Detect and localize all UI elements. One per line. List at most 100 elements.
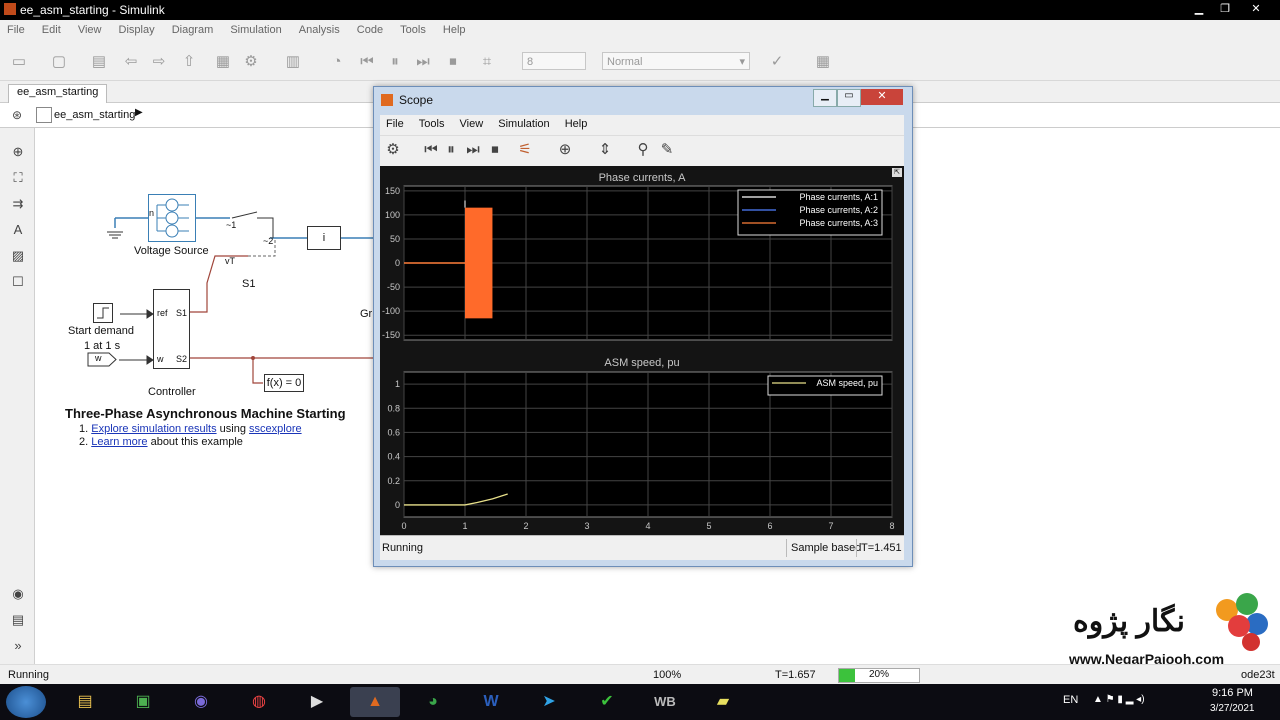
scope-menu-tools[interactable]: Tools xyxy=(413,115,451,133)
scope-menu-file[interactable]: File xyxy=(380,115,410,133)
menu-diagram[interactable]: Diagram xyxy=(165,22,221,38)
scope-scale-icon[interactable]: ⇕ xyxy=(596,141,614,159)
taskbar-browser-icon[interactable]: ◕ xyxy=(408,687,458,717)
save-icon[interactable]: ▤ xyxy=(90,53,108,71)
menu-tools[interactable]: Tools xyxy=(393,22,433,38)
scope-close-button[interactable]: ✕ xyxy=(861,89,903,105)
scope-settings-icon[interactable]: ⚙ xyxy=(384,141,402,159)
matlab-icon[interactable]: ▲ xyxy=(350,687,400,717)
windows-start-icon[interactable] xyxy=(6,686,46,718)
menu-display[interactable]: Display xyxy=(112,22,162,38)
scope-plot-area[interactable]: Phase currents, A ASM speed, pu -150 -100… xyxy=(380,166,904,535)
taskbar-explorer-icon[interactable]: ▤ xyxy=(60,687,110,717)
scope-menu-view[interactable]: View xyxy=(454,115,490,133)
scope-maximize-button[interactable]: ▭ xyxy=(837,89,861,107)
breadcrumb[interactable]: ee_asm_starting xyxy=(54,109,135,121)
zoom-icon[interactable]: ⊕ xyxy=(10,144,26,160)
sscexplore-link[interactable]: sscexplore xyxy=(249,423,302,435)
explore-results-link[interactable]: Explore simulation results xyxy=(91,423,216,435)
open-icon[interactable]: ▢ xyxy=(50,53,68,71)
x-tick-label: 3 xyxy=(584,521,589,531)
breadcrumb-arrow-icon[interactable]: ▶ xyxy=(135,107,143,118)
minimize-button[interactable]: ▁ xyxy=(1186,0,1212,18)
tab-model[interactable]: ee_asm_starting xyxy=(8,84,108,104)
new-model-icon[interactable]: ▭ xyxy=(10,53,28,71)
scope-menu-help[interactable]: Help xyxy=(559,115,594,133)
y-tick-label: 1 xyxy=(395,379,400,389)
check-icon[interactable]: ✓ xyxy=(768,53,786,71)
scope-edit-icon[interactable]: ✎ xyxy=(658,141,676,159)
telegram-icon[interactable]: ➤ xyxy=(524,687,574,717)
solver-config-block[interactable]: f(x) = 0 xyxy=(264,374,304,392)
stop-icon[interactable]: ⏹ xyxy=(444,53,462,71)
menu-view[interactable]: View xyxy=(71,22,109,38)
scope-highlight-icon[interactable]: ⚟ xyxy=(516,141,534,159)
menu-code[interactable]: Code xyxy=(350,22,390,38)
hide-browser-icon[interactable]: ⊛ xyxy=(12,108,22,122)
current-sensor-block[interactable]: i xyxy=(307,226,341,250)
controller-block[interactable]: ref S1 w S2 xyxy=(153,289,190,369)
word-icon[interactable]: W xyxy=(466,687,516,717)
build-icon[interactable]: ▦ xyxy=(814,53,832,71)
menu-edit[interactable]: Edit xyxy=(35,22,68,38)
watermark-brand: نگار پژوه xyxy=(1073,605,1185,638)
scope-stop-icon[interactable]: ⏹ xyxy=(486,141,504,159)
image-icon[interactable]: ▨ xyxy=(10,248,26,264)
explorer-icon[interactable]: ▥ xyxy=(284,53,302,71)
tray-icons[interactable]: ▲ ⚑ ▮ ▂ ◂) xyxy=(1093,694,1145,705)
w-goto-block[interactable]: w xyxy=(87,352,117,367)
menu-help[interactable]: Help xyxy=(436,22,473,38)
back-icon[interactable]: ⇦ xyxy=(122,53,140,71)
scope-menubar: File Tools View Simulation Help xyxy=(380,115,904,136)
learn-more-link[interactable]: Learn more xyxy=(91,436,147,448)
fit-view-icon[interactable]: ⛶ xyxy=(10,170,26,186)
voltage-source-block[interactable] xyxy=(148,194,196,242)
menu-file[interactable]: File xyxy=(0,22,32,38)
annotation-icon[interactable]: A xyxy=(10,222,26,238)
scope-pause-icon[interactable]: ⏸ xyxy=(442,141,460,159)
library-icon[interactable]: ▦ xyxy=(214,53,232,71)
step-forward-icon[interactable]: ⏭ xyxy=(414,53,432,71)
scope-plots[interactable]: Phase currents, A ASM speed, pu -150 -100… xyxy=(380,166,904,535)
taskbar-app-icon[interactable]: ◉ xyxy=(176,687,226,717)
menu-analysis[interactable]: Analysis xyxy=(292,22,347,38)
scope-step-back-icon[interactable]: ⏮ xyxy=(422,141,440,159)
scope-zoom-icon[interactable]: ⊕ xyxy=(556,141,574,159)
example-item-1: 1. Explore simulation results using ssce… xyxy=(79,423,302,435)
scope-window[interactable]: Scope ▁ ▭ ✕ File Tools View Simulation H… xyxy=(373,86,913,567)
arrows-icon[interactable]: ⇉ xyxy=(10,196,26,212)
area-icon[interactable]: ☐ xyxy=(10,274,26,290)
restore-button[interactable]: ❐ xyxy=(1212,0,1238,18)
close-button[interactable]: ✕ xyxy=(1240,0,1272,18)
scope-step-icon[interactable]: ⏭ xyxy=(464,141,482,159)
stop-time-input[interactable]: 8 xyxy=(522,52,586,70)
taskbar-media-icon[interactable]: ▣ xyxy=(118,687,168,717)
pause-icon[interactable]: ⏸ xyxy=(386,53,404,71)
up-icon[interactable]: ⇧ xyxy=(180,53,198,71)
sim-mode-select[interactable]: Normal ▾ xyxy=(602,52,750,70)
clock-time[interactable]: 9:16 PM xyxy=(1212,687,1253,699)
scope-cursor-icon[interactable]: ⚲ xyxy=(634,141,652,159)
taskbar-video-icon[interactable]: ▶ xyxy=(292,687,342,717)
chrome-icon[interactable]: ◍ xyxy=(234,687,284,717)
undock-icon[interactable]: ⇱ xyxy=(892,168,902,177)
puzzle-logo-icon xyxy=(1209,590,1271,652)
taskbar-wb-icon[interactable]: WB xyxy=(640,687,690,717)
settings-icon[interactable]: ⚙ xyxy=(242,53,260,71)
camera-icon[interactable]: ◉ xyxy=(10,586,26,602)
clock-date[interactable]: 3/27/2021 xyxy=(1210,703,1255,714)
record-icon[interactable]: ◔ xyxy=(328,53,346,71)
properties-icon[interactable]: ▤ xyxy=(10,612,26,628)
step-back-icon[interactable]: ⏮ xyxy=(358,53,376,71)
scope-menu-simulation[interactable]: Simulation xyxy=(492,115,555,133)
scope-title: Scope xyxy=(399,93,434,107)
taskbar-notes-icon[interactable]: ▰ xyxy=(698,687,748,717)
taskbar-green-app-icon[interactable]: ✔ xyxy=(582,687,632,717)
data-inspector-icon[interactable]: ⌗ xyxy=(478,53,496,71)
step-block[interactable] xyxy=(93,303,113,323)
expand-icon[interactable]: » xyxy=(10,638,26,654)
menu-simulation[interactable]: Simulation xyxy=(223,22,288,38)
forward-icon[interactable]: ⇨ xyxy=(150,53,168,71)
scope-minimize-button[interactable]: ▁ xyxy=(813,89,837,107)
language-indicator[interactable]: EN xyxy=(1063,694,1078,706)
